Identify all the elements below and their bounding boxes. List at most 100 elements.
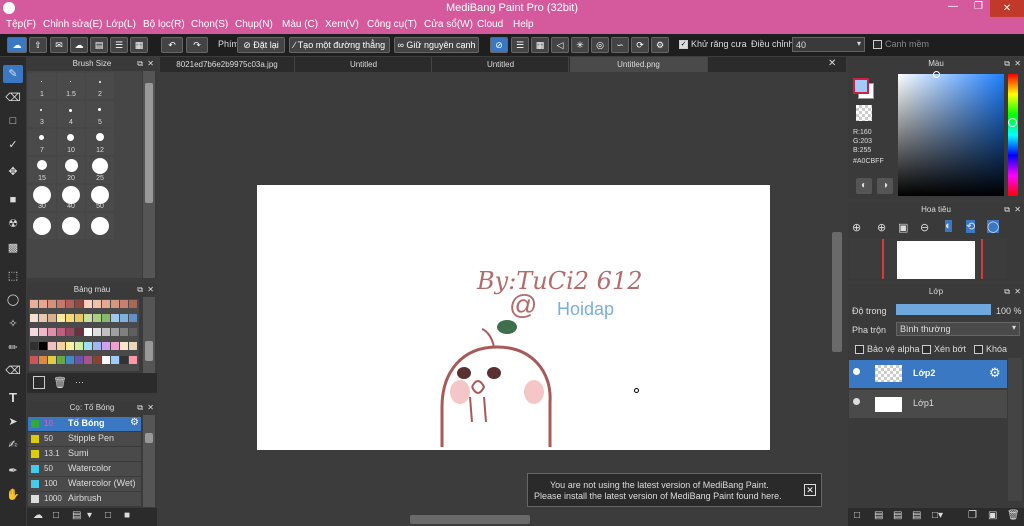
delete-palette-icon[interactable]: 🗑 (53, 376, 67, 389)
bucket-tool-icon[interactable]: ☢ (3, 215, 23, 233)
foreground-color-swatch[interactable] (853, 78, 869, 94)
merge-layer-icon[interactable]: ▣ (988, 510, 997, 521)
lasso-tool-icon[interactable]: ◯ (3, 291, 23, 309)
palette-swatch[interactable] (39, 356, 47, 364)
palette-swatch[interactable] (111, 328, 119, 336)
close-icon[interactable]: ✕ (1014, 285, 1021, 299)
layer-row[interactable]: Lớp2 ⚙ (849, 360, 1007, 388)
scroll-thumb[interactable] (410, 515, 530, 524)
close-icon[interactable]: ✕ (147, 57, 154, 71)
detach-icon[interactable]: ⧉ (137, 57, 143, 71)
palette-icon[interactable]: ◐ (856, 178, 872, 194)
palette-swatch[interactable] (66, 328, 74, 336)
palette-swatch[interactable] (120, 314, 128, 322)
brush-menu-icon[interactable]: ▾ (87, 510, 92, 521)
lock-checkbox[interactable] (974, 345, 983, 354)
brush-size-more[interactable] (86, 213, 114, 239)
menu-color[interactable]: Màu (C) (282, 19, 318, 30)
brush-size-1[interactable]: 1 (28, 73, 56, 99)
palette-swatch[interactable] (30, 300, 38, 308)
palette-swatch[interactable] (57, 314, 65, 322)
layer-row[interactable]: Lớp1 (849, 390, 1007, 418)
reset-rotation-icon[interactable]: ◯ (987, 220, 1000, 233)
gear-icon[interactable]: ⚙ (130, 417, 139, 428)
palette-swatch[interactable] (48, 356, 56, 364)
palette-swatch[interactable] (102, 314, 110, 322)
palette-swatch[interactable] (84, 314, 92, 322)
detach-icon[interactable]: ⧉ (137, 401, 143, 415)
share-icon[interactable]: ⇧ (29, 37, 47, 53)
reset-button[interactable]: ⊘ Đặt lại (237, 37, 285, 53)
palette-swatch[interactable] (84, 300, 92, 308)
palette-swatch[interactable] (66, 356, 74, 364)
close-notice-icon[interactable]: ✕ (804, 484, 816, 496)
zoom-in-icon[interactable]: ⊕ (877, 221, 886, 234)
brush-size-5[interactable]: 5 (86, 101, 114, 127)
brush-size-10[interactable]: 10 (57, 129, 85, 155)
palette-swatch[interactable] (102, 356, 110, 364)
close-icon[interactable]: ✕ (1014, 57, 1021, 71)
add-brush-icon[interactable]: ▤ (72, 510, 81, 521)
cloud-save-icon[interactable]: ☁ (70, 37, 88, 53)
palette-swatch[interactable] (48, 314, 56, 322)
brush-size-more[interactable] (57, 213, 85, 239)
perspective-snap-icon[interactable]: ◁ (551, 37, 569, 53)
palette-swatch[interactable] (111, 342, 119, 350)
palette-swatch[interactable] (39, 342, 47, 350)
menu-layer[interactable]: Lớp(L) (106, 19, 136, 30)
palette-swatch[interactable] (120, 356, 128, 364)
select-rect-icon[interactable]: ⬚ (3, 267, 23, 285)
palette-swatch[interactable] (57, 328, 65, 336)
palette-swatch[interactable] (66, 300, 74, 308)
palette-swatch[interactable] (93, 342, 101, 350)
close-icon[interactable]: ✕ (147, 283, 154, 297)
palette-swatch[interactable] (129, 356, 137, 364)
palette-swatch[interactable] (57, 300, 65, 308)
brush-size-15[interactable]: 15 (28, 157, 56, 183)
tab-document-active[interactable]: Untitled.png (570, 57, 708, 72)
layer-scrollbar[interactable] (1008, 358, 1022, 501)
cloud-brush-icon[interactable]: ☁ (33, 510, 43, 521)
brush-item[interactable]: 50 Stipple Pen (28, 432, 141, 446)
menu-cloud[interactable]: Cloud (477, 19, 503, 30)
palette-swatch[interactable] (66, 342, 74, 350)
palette-swatch[interactable] (129, 300, 137, 308)
delete-layer-icon[interactable]: 🗑 (1007, 510, 1020, 521)
palette-swatch[interactable] (75, 328, 83, 336)
brush-item[interactable]: 13.1 Sumi (28, 447, 141, 461)
detach-icon[interactable]: ⧉ (1004, 203, 1010, 217)
scroll-thumb[interactable] (145, 433, 153, 443)
scroll-thumb[interactable] (145, 341, 153, 361)
keep-edge-button[interactable]: ∞ Giữ nguyên cạnh (394, 37, 479, 53)
palette-swatch[interactable] (30, 314, 38, 322)
zoom-out-icon[interactable]: ⊖ (920, 221, 929, 234)
palette-swatch[interactable] (84, 356, 92, 364)
clipping-checkbox[interactable] (922, 345, 931, 354)
comment-icon[interactable]: ✉ (50, 37, 68, 53)
palette-swatch[interactable] (129, 342, 137, 350)
brush-item[interactable]: 100 Watercolor (Wet) (28, 477, 141, 491)
palette-swatch[interactable] (93, 356, 101, 364)
palette-swatch[interactable] (84, 342, 92, 350)
palette-swatch[interactable] (129, 314, 137, 322)
palette-swatch[interactable] (30, 328, 38, 336)
canvas-vertical-scrollbar[interactable] (830, 72, 846, 513)
transparent-swatch[interactable] (856, 105, 872, 121)
duplicate-layer-icon[interactable]: ❐ (968, 510, 977, 521)
grid-snap-icon[interactable]: ▦ (531, 37, 549, 53)
menu-select[interactable]: Chọn(S) (191, 19, 228, 30)
palette-swatch[interactable] (93, 300, 101, 308)
scroll-thumb[interactable] (145, 83, 153, 203)
palette-swatch[interactable] (57, 356, 65, 364)
brush-size-scrollbar[interactable] (143, 71, 155, 278)
curve-snap-icon[interactable]: ∽ (611, 37, 629, 53)
gradient-tool-icon[interactable]: ▩ (3, 239, 23, 257)
cloud-icon[interactable]: ☁ (7, 37, 27, 53)
detach-icon[interactable]: ⧉ (1004, 57, 1010, 71)
brush-size-50[interactable]: 50 (86, 185, 114, 211)
undo-icon[interactable]: ↶ (161, 37, 183, 53)
canvas-horizontal-scrollbar[interactable] (160, 513, 830, 526)
hue-cursor[interactable] (1008, 118, 1017, 127)
brush-item[interactable]: 10 Tố Bóng ⚙ (28, 417, 141, 431)
protect-alpha-checkbox[interactable] (855, 345, 864, 354)
